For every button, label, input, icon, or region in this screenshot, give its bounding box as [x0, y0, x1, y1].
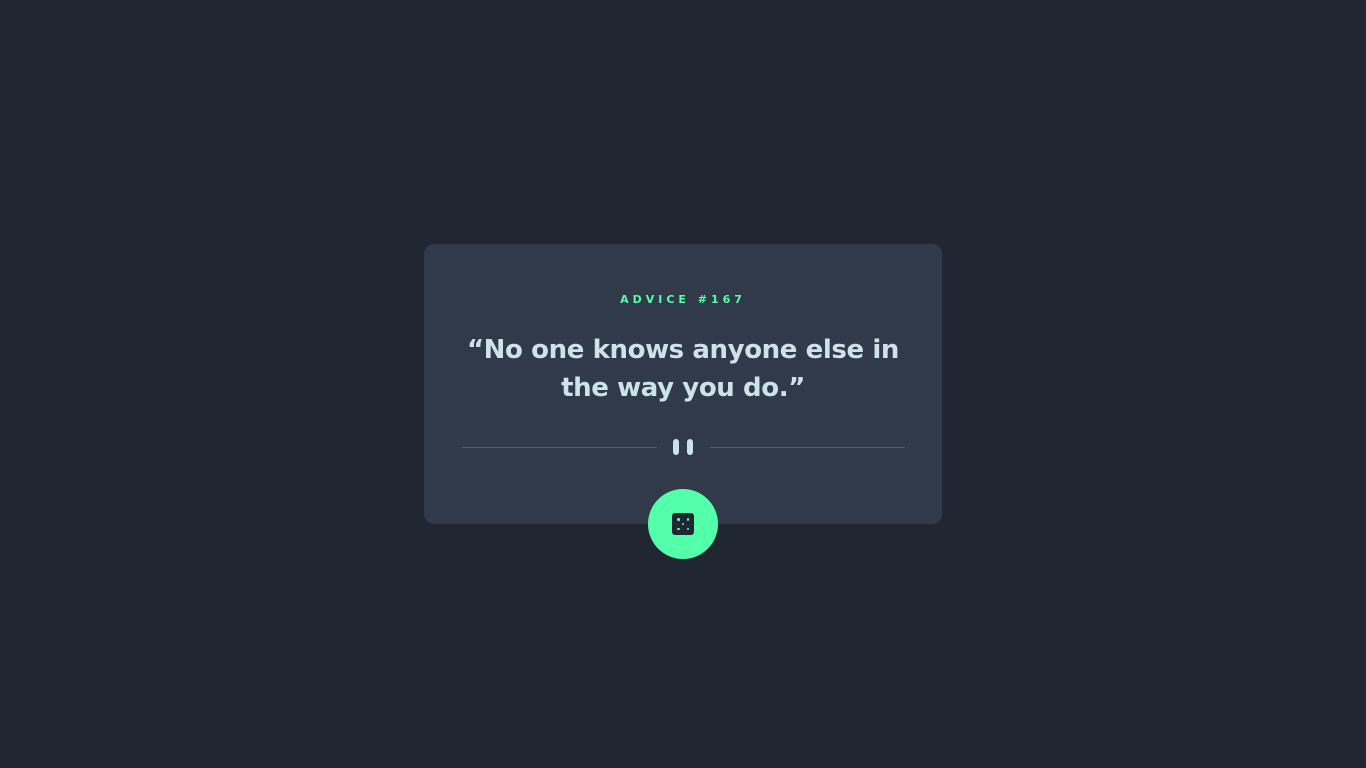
- dice-icon: [672, 513, 694, 535]
- divider-line-right: [710, 447, 905, 448]
- advice-quote: “No one knows anyone else in the way you…: [466, 335, 900, 403]
- pattern-divider: [462, 437, 905, 457]
- advice-id-label: ADVICE #167: [620, 293, 746, 306]
- pause-icon: [673, 439, 693, 455]
- new-advice-button[interactable]: [648, 489, 718, 559]
- divider-line-left: [462, 447, 657, 448]
